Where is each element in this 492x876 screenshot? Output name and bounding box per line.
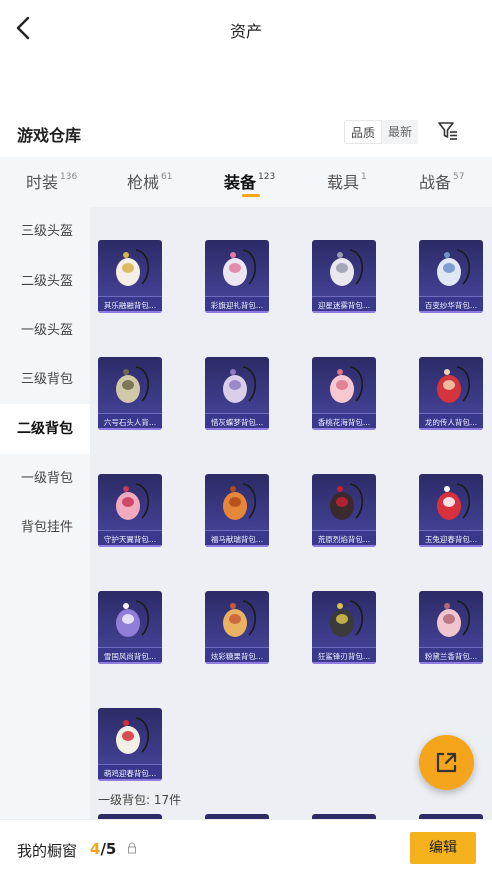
item-name: 粉黛兰香背包... (424, 652, 478, 661)
rarity-stripe (98, 311, 162, 313)
rarity-stripe (419, 311, 483, 313)
rarity-stripe (205, 662, 269, 664)
item-card[interactable]: 百变纱华背包... (419, 240, 483, 313)
sort-quality-option[interactable]: 品质 (344, 120, 383, 144)
item-card[interactable]: 萌鸡迎春背包... (98, 708, 162, 781)
flame-backpack-icon (330, 483, 363, 520)
item-name: 福马献瑞背包... (210, 535, 264, 544)
category-tabs: 时装 136 枪械 61 装备 123 载具 1 战备 57 (0, 157, 492, 207)
top-bar: 资产 (0, 0, 492, 58)
item-card[interactable]: 雪国风尚背包... (98, 591, 162, 664)
rarity-stripe (98, 779, 162, 781)
rarity-stripe (98, 545, 162, 547)
sort-newest-option[interactable]: 最新 (382, 120, 418, 144)
section-title: 游戏仓库 (17, 126, 82, 145)
item-card[interactable]: 其乐融融背包... (98, 240, 162, 313)
item-card[interactable]: 迎星迷雾背包... (312, 240, 376, 313)
butterfly-backpack-icon (223, 366, 256, 403)
item-grid: 一级背包: 17件 其乐融融背包... 彩旗迎礼背包... 迎星迷雾背包... 百变纱… (90, 207, 492, 819)
stone-golem-backpack-icon (116, 366, 149, 403)
item-name: 香桃花海背包... (317, 418, 371, 427)
item-name: 六号石头人背... (103, 418, 157, 427)
item-name: 守护天翼背包... (103, 535, 157, 544)
edit-button[interactable]: 编辑 (410, 832, 476, 864)
sidebar-item-level3-helmet[interactable]: 三级头盔 (0, 207, 90, 257)
rarity-stripe (312, 545, 376, 547)
mist-backpack-icon (330, 249, 363, 286)
item-name: 彩旗迎礼背包... (210, 301, 264, 310)
shark-backpack-icon (330, 600, 363, 637)
item-card[interactable]: 狂鲨锋刃背包... (312, 591, 376, 664)
horse-backpack-icon (223, 483, 256, 520)
item-card[interactable]: 玉兔迎春背包... (419, 474, 483, 547)
item-name: 玉兔迎春背包... (424, 535, 478, 544)
tab-firearms[interactable]: 枪械 61 (127, 169, 172, 193)
rarity-stripe (98, 662, 162, 664)
sidebar-item-level3-backpack[interactable]: 三级背包 (0, 355, 90, 405)
sidebar-item-level2-helmet[interactable]: 二级头盔 (0, 257, 90, 307)
tab-fashion[interactable]: 时装 136 (26, 169, 77, 193)
sort-toggle: 品质 最新 (344, 120, 419, 144)
sidebar-item-level1-backpack[interactable]: 一级背包 (0, 454, 90, 504)
item-name: 炫彩糖果背包... (210, 652, 264, 661)
rarity-stripe (205, 428, 269, 430)
flag-backpack-icon (223, 249, 256, 286)
item-card[interactable]: 惜灰蝶梦背包... (205, 357, 269, 430)
item-card[interactable]: 炫彩糖果背包... (205, 591, 269, 664)
showcase-bar: 我的橱窗 4/5 编辑 (0, 819, 492, 876)
gauze-backpack-icon (437, 249, 470, 286)
dragon-backpack-icon (437, 366, 470, 403)
item-card[interactable]: 六号石头人背... (98, 357, 162, 430)
candy-backpack-icon (223, 600, 256, 637)
external-link-icon (436, 752, 457, 773)
item-card[interactable]: 香桃花海背包... (312, 357, 376, 430)
item-name: 其乐融融背包... (103, 301, 157, 310)
sidebar-item-backpack-pendant[interactable]: 背包挂件 (0, 503, 90, 553)
rarity-stripe (205, 545, 269, 547)
rarity-stripe (205, 311, 269, 313)
rarity-stripe (419, 428, 483, 430)
lock-icon (128, 842, 136, 854)
orchid-backpack-icon (437, 600, 470, 637)
item-card[interactable]: 荒原烈焰背包... (312, 474, 376, 547)
item-card[interactable]: 守护天翼背包... (98, 474, 162, 547)
item-name: 龙的传人背包... (424, 418, 478, 427)
tab-equipment[interactable]: 装备 123 (224, 169, 275, 193)
rarity-stripe (312, 428, 376, 430)
page-title: 资产 (229, 22, 262, 41)
item-name: 雪国风尚背包... (103, 652, 157, 661)
item-name: 荒原烈焰背包... (317, 535, 371, 544)
showcase-count: 4/5 (90, 840, 117, 858)
rarity-stripe (419, 545, 483, 547)
item-name: 迎星迷雾背包... (317, 301, 371, 310)
cake-backpack-icon (116, 249, 149, 286)
rarity-stripe (312, 311, 376, 313)
item-card[interactable]: 粉黛兰香背包... (419, 591, 483, 664)
filter-icon[interactable] (437, 120, 459, 142)
item-name: 狂鲨锋刃背包... (317, 652, 371, 661)
showcase-title: 我的橱窗 (17, 842, 78, 860)
rarity-stripe (419, 662, 483, 664)
rarity-stripe (98, 428, 162, 430)
tab-vehicles[interactable]: 载具 1 (327, 169, 367, 193)
tab-combat-gear[interactable]: 战备 57 (419, 169, 464, 193)
sidebar: 三级头盔 二级头盔 一级头盔 三级背包 二级背包 一级背包 背包挂件 (0, 207, 90, 819)
share-fab[interactable] (419, 735, 474, 790)
peach-backpack-icon (330, 366, 363, 403)
sidebar-item-level1-helmet[interactable]: 一级头盔 (0, 306, 90, 356)
item-name: 百变纱华背包... (424, 301, 478, 310)
item-card[interactable]: 龙的传人背包... (419, 357, 483, 430)
wing-backpack-icon (116, 483, 149, 520)
item-name: 惜灰蝶梦背包... (210, 418, 264, 427)
sidebar-item-level2-backpack[interactable]: 二级背包 (0, 404, 90, 454)
group-count-label: 一级背包: 17件 (98, 793, 182, 807)
item-name: 萌鸡迎春背包... (103, 769, 157, 778)
item-card[interactable]: 彩旗迎礼背包... (205, 240, 269, 313)
snow-backpack-icon (116, 600, 149, 637)
chick-backpack-icon (116, 717, 149, 754)
active-tab-indicator (242, 194, 260, 197)
item-card[interactable]: 福马献瑞背包... (205, 474, 269, 547)
rarity-stripe (312, 662, 376, 664)
rabbit-backpack-icon (437, 483, 470, 520)
